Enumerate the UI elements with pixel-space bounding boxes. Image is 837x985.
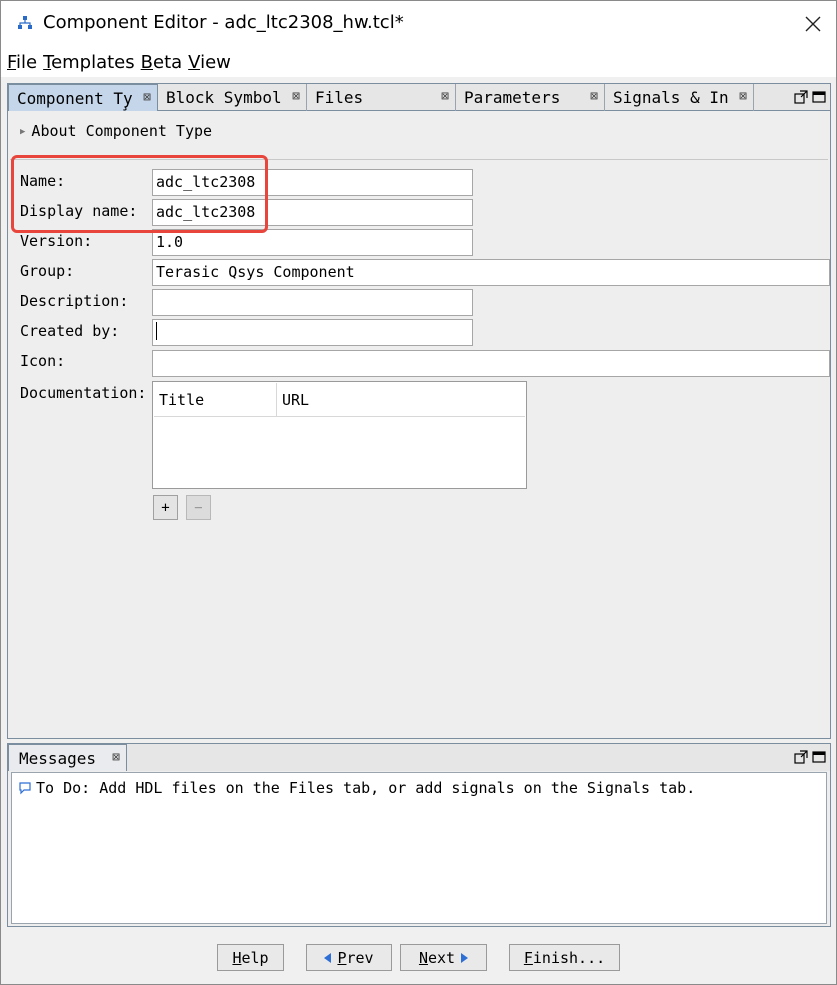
add-documentation-button[interactable]: +	[153, 495, 178, 520]
column-header-url[interactable]: URL	[277, 383, 525, 417]
close-icon	[805, 16, 821, 32]
title-bar: Component Editor - adc_ltc2308_hw.tcl*	[1, 1, 836, 47]
version-field[interactable]: 1.0	[152, 229, 473, 256]
component-editor-window: Component Editor - adc_ltc2308_hw.tcl* F…	[0, 0, 837, 985]
tab-close-icon[interactable]: ⊠	[112, 750, 120, 765]
arrow-right-icon	[461, 952, 469, 963]
tab-close-icon[interactable]: ⊠	[143, 90, 151, 105]
tab-label: Files	[315, 88, 364, 107]
panel-controls	[794, 750, 826, 764]
tab-close-icon[interactable]: ⊠	[292, 89, 300, 104]
tab-label: Component Ty̧	[17, 88, 133, 108]
text-cursor	[156, 322, 157, 340]
table-header: Title URL	[154, 383, 525, 417]
maximize-icon[interactable]	[812, 90, 826, 104]
column-header-title[interactable]: Title	[154, 383, 277, 417]
created-by-field[interactable]	[152, 319, 473, 346]
arrow-left-icon	[324, 952, 332, 963]
tab-parameters[interactable]: Parameters ⊠	[456, 84, 605, 111]
tab-files[interactable]: Files ⊠	[307, 84, 456, 111]
description-field[interactable]	[152, 289, 473, 316]
tab-label: Parameters	[464, 88, 561, 107]
description-label: Description:	[20, 292, 129, 310]
tab-label: Block Symbol	[166, 88, 282, 107]
maximize-icon[interactable]	[812, 750, 826, 764]
message-item[interactable]: To Do: Add HDL files on the Files tab, o…	[18, 779, 695, 797]
about-component-type-toggle[interactable]: ▶ About Component Type	[20, 122, 212, 140]
menu-bar: File Templates Beta View	[1, 47, 836, 77]
version-label: Version:	[20, 232, 93, 250]
tab-close-icon[interactable]: ⊠	[739, 89, 747, 104]
tab-label: Signals & In	[613, 88, 729, 107]
documentation-table[interactable]: Title URL	[152, 381, 527, 489]
messages-list[interactable]: To Do: Add HDL files on the Files tab, o…	[11, 772, 827, 924]
tab-component-type[interactable]: Component Ty̧ ⊠	[8, 84, 158, 111]
panel-controls	[794, 90, 826, 104]
prev-button[interactable]: Prev	[306, 944, 392, 971]
highlight-annotation	[11, 155, 268, 233]
detach-icon[interactable]	[794, 90, 808, 104]
tab-close-icon[interactable]: ⊠	[590, 89, 598, 104]
close-button[interactable]	[790, 1, 836, 47]
message-text: To Do: Add HDL files on the Files tab, o…	[36, 779, 696, 797]
expand-triangle-icon: ▶	[20, 127, 26, 137]
tab-signals-interfaces[interactable]: Signals & In ⊠	[605, 84, 754, 111]
group-label: Group:	[20, 262, 75, 280]
help-button[interactable]: Help	[217, 944, 284, 971]
speech-bubble-icon	[19, 782, 31, 795]
next-button[interactable]: Next	[400, 944, 487, 971]
tab-block-symbol[interactable]: Block Symbol ⊠	[158, 84, 307, 111]
editor-tab-bar: Component Ty̧ ⊠ Block Symbol ⊠ Files ⊠ P…	[8, 84, 830, 111]
window-title: Component Editor - adc_ltc2308_hw.tcl*	[43, 12, 404, 33]
menu-view[interactable]: View	[188, 52, 231, 73]
menu-templates[interactable]: Templates	[43, 52, 135, 73]
icon-field[interactable]	[152, 350, 830, 377]
icon-label: Icon:	[20, 352, 66, 370]
component-editor-icon	[18, 16, 32, 29]
tab-messages[interactable]: Messages ⊠	[8, 744, 127, 771]
tab-close-icon[interactable]: ⊠	[441, 89, 449, 104]
finish-button[interactable]: Finish...	[509, 944, 620, 971]
detach-icon[interactable]	[794, 750, 808, 764]
menu-beta[interactable]: Beta	[141, 52, 183, 73]
documentation-label: Documentation:	[20, 384, 147, 402]
messages-panel: Messages ⊠ To Do: Add HDL files on the F…	[7, 743, 831, 927]
tab-label: Messages	[19, 748, 97, 768]
remove-documentation-button[interactable]: −	[186, 495, 211, 520]
group-field[interactable]: Terasic Qsys Component	[152, 259, 830, 286]
messages-tab-bar: Messages ⊠	[8, 744, 830, 771]
menu-file[interactable]: File	[7, 52, 37, 73]
created-by-label: Created by:	[20, 322, 120, 340]
